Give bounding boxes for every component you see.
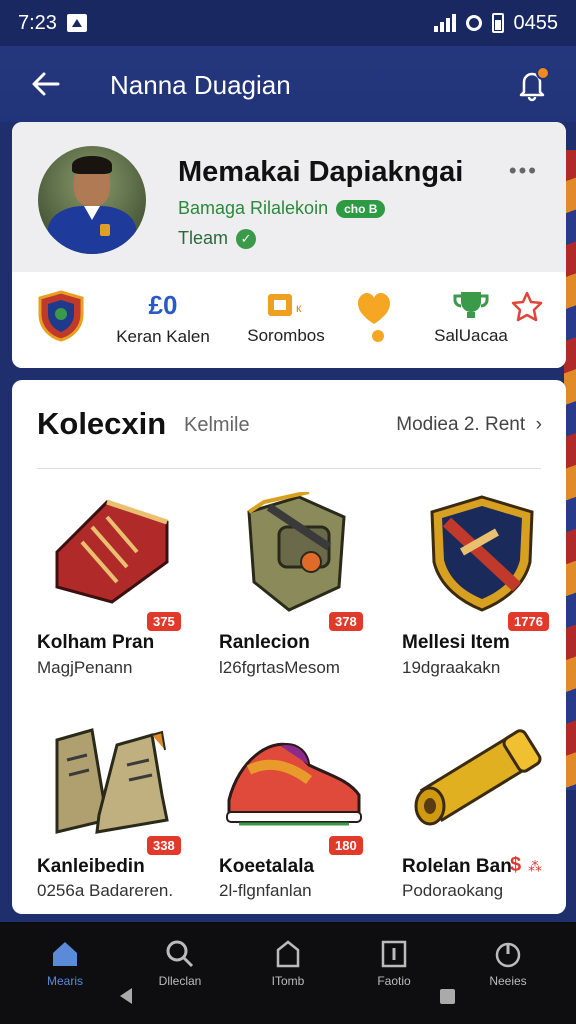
price-badge: 375: [147, 612, 181, 631]
profile-card: Memakai Dapiakngai ••• Bamaga Rilalekoin…: [12, 122, 566, 368]
profile-team-row: Tleam ✓: [178, 228, 257, 249]
see-all-label: Modiea 2. Rent: [396, 414, 526, 435]
more-options-button[interactable]: •••: [509, 158, 538, 184]
collection-card: Kolecxin Kelmile Modiea 2. Rent › 375 Ko…: [12, 380, 566, 914]
see-all-link[interactable]: Modiea 2. Rent ›: [396, 414, 542, 436]
home-icon: [53, 942, 77, 966]
nav-label: ITomb: [271, 974, 305, 988]
avatar[interactable]: [38, 146, 146, 254]
nav-label: Faotio: [377, 974, 411, 988]
status-time: 7:23: [18, 11, 57, 34]
card-icon: к: [268, 294, 302, 316]
price-badge: 1776: [508, 612, 549, 631]
stat-cards[interactable]: к Sorombos: [236, 290, 336, 346]
svg-text:к: к: [296, 301, 302, 315]
stat-label: SalUacaa: [434, 326, 508, 345]
sparkle-icon: ⁂: [528, 858, 542, 874]
nav-label: Mearis: [46, 974, 83, 988]
item-name: Koeetalala: [219, 856, 315, 877]
star-icon: [511, 291, 543, 322]
stats-row: £0 Keran Kalen к Sorombos SalUacaa: [12, 272, 566, 368]
item-desc: 0256a Badareren.: [37, 881, 174, 900]
collection-item[interactable]: 378 Ranlecion l26fgrtasMesom: [219, 492, 379, 682]
price-badge: 180: [329, 836, 363, 855]
profile-subtitle: Bamaga Rilalekoin: [178, 198, 329, 218]
stat-label: Keran Kalen: [116, 327, 210, 346]
wifi-icon: [465, 15, 482, 31]
stat-favorites[interactable]: [510, 290, 544, 324]
nav-item-shop[interactable]: ITomb: [243, 938, 333, 988]
divider: [37, 468, 541, 469]
profile-name: Memakai Dapiakngai: [178, 156, 464, 188]
battery-icon: [491, 13, 504, 33]
stat-medal[interactable]: [356, 290, 392, 346]
image-notification-icon: [66, 14, 87, 32]
collection-title: Kolecxin: [37, 406, 167, 441]
club-crest-icon: [430, 495, 534, 612]
gear-bag-icon: [247, 492, 346, 612]
collection-item[interactable]: 180 Koeetalala 2l-flgnfanlan: [219, 720, 379, 900]
search-icon: [166, 940, 194, 968]
item-name: Ranlecion: [219, 632, 310, 653]
item-desc: Podoraokang: [402, 881, 504, 900]
collection-item[interactable]: 375 Kolham Pran MagjPenann: [37, 492, 197, 682]
nav-item-search[interactable]: Dlleclan: [135, 938, 225, 988]
collection-item[interactable]: 1776 Mellesi Item 19dgraakakn: [402, 492, 562, 682]
heart-medal-icon: [358, 293, 390, 342]
collection-item[interactable]: Rolelan Ban $ ⁂ Podoraokang: [402, 720, 562, 900]
item-name: Kanleibedin: [37, 856, 145, 877]
chevron-right-icon: ›: [530, 414, 542, 435]
price-badge: 378: [329, 612, 363, 631]
signal-icon: [433, 14, 456, 32]
stat-label: Sorombos: [247, 326, 325, 345]
nav-item-power[interactable]: Neeies: [463, 938, 553, 988]
trophy-icon: [453, 292, 489, 318]
shop-icon: [276, 940, 300, 968]
nav-item-info[interactable]: Faotio: [349, 938, 439, 988]
verified-icon: ✓: [236, 228, 257, 249]
stat-club[interactable]: [38, 290, 84, 342]
sneaker-icon: [226, 742, 362, 826]
item-desc: 2l-flgnfanlan: [219, 881, 312, 900]
system-home-button[interactable]: [440, 989, 455, 1004]
stat-trophy[interactable]: SalUacaa: [426, 290, 516, 346]
nav-label: Neeies: [489, 974, 527, 988]
status-value: 0455: [513, 11, 559, 34]
back-button[interactable]: [28, 66, 64, 102]
profile-team: Tleam: [178, 228, 229, 248]
item-desc: MagjPenann: [37, 658, 133, 677]
power-icon: [495, 942, 521, 968]
page-title: Nanna Duagian: [110, 70, 291, 100]
arrow-left-icon: [32, 72, 60, 96]
item-desc: 19dgraakakn: [402, 658, 501, 677]
item-name: Mellesi Item: [402, 632, 510, 653]
info-icon: [381, 940, 407, 968]
nav-item-home[interactable]: Mearis: [20, 938, 110, 988]
app-header: Nanna Duagian: [0, 46, 576, 122]
status-bar: 7:23 0455: [0, 0, 576, 46]
collection-item[interactable]: 338 Kanleibedin 0256a Badareren.: [37, 720, 197, 900]
status-badge: cho B: [336, 199, 386, 218]
item-name: Rolelan Ban: [402, 856, 512, 877]
nav-label: Dlleclan: [158, 974, 202, 988]
item-desc: l26fgrtasMesom: [219, 658, 340, 677]
price-badge: 338: [147, 836, 181, 855]
stat-coins[interactable]: £0 Keran Kalen: [108, 290, 218, 347]
profile-subtitle-row: Bamaga Rilalekoin cho B: [178, 198, 386, 219]
bottom-nav: Mearis Dlleclan ITomb Faotio Neeies: [0, 922, 576, 1024]
collection-subtitle: Kelmile: [184, 414, 250, 436]
jersey-bag-icon: [55, 499, 169, 604]
system-back-button[interactable]: [120, 988, 132, 1004]
club-shield-icon: [38, 290, 84, 342]
golden-cannon-icon: [414, 729, 542, 826]
notifications-button[interactable]: [512, 64, 552, 104]
notification-badge: [536, 66, 550, 80]
item-name: Kolham Pran: [37, 632, 155, 653]
coin-icon: £0: [148, 290, 178, 320]
currency-icon: $: [510, 854, 522, 876]
boots-icon: [55, 728, 169, 834]
